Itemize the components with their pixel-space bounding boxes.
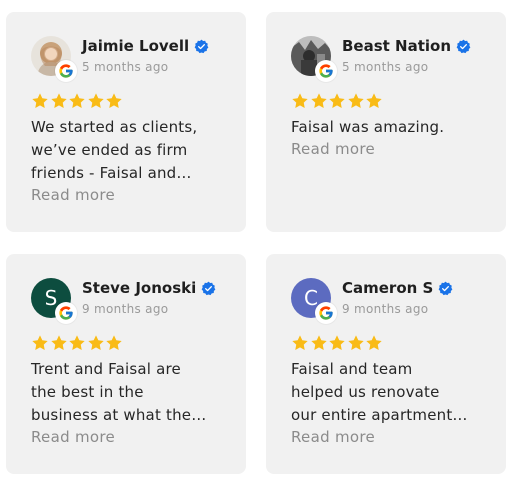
- star-icon: [50, 93, 67, 108]
- review-text-line: we’ve ended as firm: [31, 141, 188, 159]
- star-icon: [329, 335, 345, 350]
- review-text-line: We started as clients,: [31, 118, 198, 136]
- verified-check-icon: [438, 281, 453, 295]
- reviewer-name[interactable]: Cameron S: [342, 279, 433, 297]
- google-g-icon: [55, 60, 77, 82]
- review-text-line: Trent and Faisal are: [31, 360, 181, 378]
- star-icon: [32, 93, 48, 108]
- star-icon: [69, 335, 85, 350]
- star-icon: [347, 93, 364, 108]
- review-text-line: helped us renovate: [291, 383, 440, 401]
- star-icon: [69, 93, 85, 108]
- star-icon: [50, 335, 67, 350]
- review-text-line: the best in the: [31, 383, 144, 401]
- avatar-wrap: [31, 36, 77, 82]
- star-rating: [31, 334, 124, 352]
- review-card: S Steve Jonoski 9 months ago Trent and F…: [6, 254, 246, 474]
- star-icon: [106, 335, 122, 350]
- star-icon: [366, 335, 382, 350]
- star-rating: [31, 92, 124, 110]
- read-more-link[interactable]: Read more: [31, 186, 115, 204]
- review-card: Beast Nation 5 months ago Faisal was ama…: [266, 12, 506, 232]
- avatar-wrap: C: [291, 278, 337, 324]
- avatar-wrap: S: [31, 278, 77, 324]
- star-icon: [32, 335, 48, 350]
- google-g-icon: [315, 302, 337, 324]
- review-date: 5 months ago: [342, 60, 429, 74]
- review-date: 9 months ago: [82, 302, 169, 316]
- read-more-link[interactable]: Read more: [291, 428, 375, 446]
- review-text-line: Faisal was amazing.: [291, 118, 445, 136]
- star-icon: [292, 335, 308, 350]
- reviewer-name-row: Beast Nation: [342, 37, 471, 55]
- reviewer-name-row: Cameron S: [342, 279, 453, 297]
- review-date: 5 months ago: [82, 60, 169, 74]
- review-text-line: business at what the…: [31, 406, 207, 424]
- review-text: We started as clients, we’ve ended as fi…: [31, 116, 226, 185]
- reviewer-name-row: Jaimie Lovell: [82, 37, 209, 55]
- review-card: C Cameron S 9 months ago Faisal and team…: [266, 254, 506, 474]
- avatar-wrap: [291, 36, 337, 82]
- star-icon: [329, 93, 345, 108]
- verified-check-icon: [456, 39, 471, 53]
- star-icon: [310, 93, 327, 108]
- review-date: 9 months ago: [342, 302, 429, 316]
- read-more-link[interactable]: Read more: [31, 428, 115, 446]
- star-icon: [310, 335, 327, 350]
- star-icon: [292, 93, 308, 108]
- star-rating: [291, 334, 384, 352]
- star-icon: [347, 335, 364, 350]
- star-icon: [366, 93, 382, 108]
- read-more-link[interactable]: Read more: [291, 140, 375, 158]
- google-g-icon: [315, 60, 337, 82]
- review-text: Faisal and team helped us renovate our e…: [291, 358, 486, 427]
- review-card: Jaimie Lovell 5 months ago We started as…: [6, 12, 246, 232]
- star-icon: [87, 335, 104, 350]
- reviewer-name-row: Steve Jonoski: [82, 279, 216, 297]
- review-text-line: Faisal and team: [291, 360, 413, 378]
- star-icon: [106, 93, 122, 108]
- avatar-initial: S: [44, 286, 58, 310]
- verified-check-icon: [194, 39, 209, 53]
- star-icon: [87, 93, 104, 108]
- review-text-line: friends - Faisal and…: [31, 164, 192, 182]
- google-g-icon: [55, 302, 77, 324]
- review-text: Faisal was amazing.: [291, 116, 486, 139]
- reviewer-name[interactable]: Beast Nation: [342, 37, 451, 55]
- reviewer-name[interactable]: Jaimie Lovell: [82, 37, 189, 55]
- verified-check-icon: [201, 281, 216, 295]
- star-rating: [291, 92, 384, 110]
- reviewer-name[interactable]: Steve Jonoski: [82, 279, 196, 297]
- reviews-grid: Jaimie Lovell 5 months ago We started as…: [0, 0, 514, 482]
- review-text: Trent and Faisal are the best in the bus…: [31, 358, 226, 427]
- review-text-line: our entire apartment…: [291, 406, 468, 424]
